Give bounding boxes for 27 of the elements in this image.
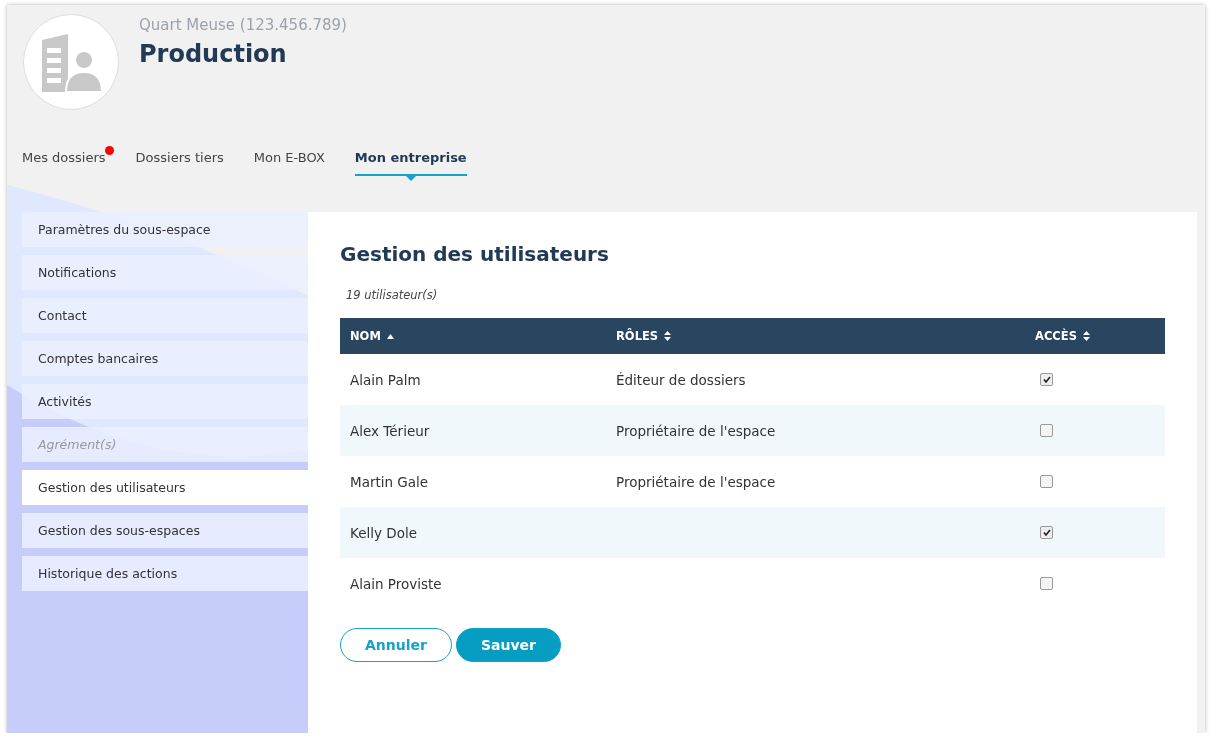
sidebar-item[interactable]: Gestion des sous-espaces — [22, 513, 308, 548]
table-cell-text: Martin Gale — [349, 473, 430, 490]
column-header[interactable]: RÔLES — [606, 329, 1025, 343]
table-cell-text: Propriétaire de l'espace — [615, 422, 777, 439]
table-cell-text: Éditeur de dossiers — [615, 371, 747, 388]
sidebar-item[interactable]: Comptes bancaires — [22, 341, 308, 376]
nav-tab[interactable]: Mes dossiers — [22, 150, 106, 176]
nav-tab[interactable]: Dossiers tiers — [135, 150, 224, 176]
section-title: Gestion des utilisateurs — [340, 242, 610, 266]
sidebar-item[interactable]: Contact — [22, 298, 308, 333]
table-cell-text: Alex Térieur — [349, 422, 431, 439]
sidebar-item[interactable]: Gestion des utilisateurs — [22, 470, 308, 505]
table-cell-text: Alain Palm — [349, 371, 422, 388]
nav-tab[interactable]: Mon entreprise — [354, 150, 467, 176]
table-cell-text: Kelly Dole — [349, 524, 418, 541]
company-subtitle: Quart Meuse (123.456.789) — [139, 16, 347, 34]
table-cell-text: Propriétaire de l'espace — [615, 473, 777, 490]
user-count: 19 utilisateur(s) — [346, 288, 439, 302]
column-header[interactable]: ACCÈS — [1025, 329, 1165, 343]
column-header[interactable]: NOM — [340, 329, 606, 343]
sidebar-item[interactable]: Notifications — [22, 255, 308, 290]
table-cell-text: Alain Proviste — [349, 575, 443, 592]
nav-tab[interactable]: Mon E-BOX — [253, 150, 325, 176]
sidebar-item[interactable]: Paramètres du sous-espace — [22, 212, 308, 247]
sidebar-item[interactable]: Activités — [22, 384, 308, 419]
company-title: Production — [139, 40, 288, 68]
sidebar-item[interactable]: Historique des actions — [22, 556, 308, 591]
